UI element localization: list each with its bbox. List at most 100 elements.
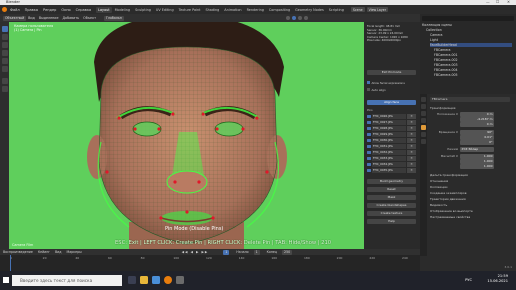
pin-row[interactable]: FHC_0035.JPG ✕ (367, 168, 416, 173)
help-button[interactable]: Help (367, 219, 416, 224)
close-button[interactable]: ✕ (507, 0, 510, 4)
outliner-item[interactable]: Light (430, 38, 438, 42)
transform-orientation-selector[interactable]: Глобальн (104, 15, 124, 21)
outliner-item[interactable]: FBCamera.003 (434, 63, 458, 67)
windows-start-icon[interactable] (3, 277, 9, 283)
location-z-field[interactable]: 0 m (460, 122, 494, 127)
build-geometry-button[interactable]: Build geometry (367, 179, 416, 184)
move-tool-icon[interactable] (1, 42, 8, 48)
start-frame-field[interactable]: 1 (253, 249, 260, 255)
pin-delete-icon[interactable]: ✕ (407, 144, 416, 149)
tool-tab-icon[interactable] (421, 97, 426, 102)
outliner-item[interactable]: FBCamera.004 (434, 68, 458, 72)
minimize-button[interactable]: — (486, 0, 490, 4)
motion-paths-section[interactable]: Траектории движения (430, 197, 466, 202)
menu-add[interactable]: Добавить (62, 16, 79, 20)
pin-checkbox[interactable] (367, 138, 371, 142)
auto-align-checkbox[interactable]: Auto align (367, 88, 386, 92)
rotation-mode-select[interactable]: XYZ Эйлер (460, 147, 494, 152)
pin-checkbox[interactable] (367, 162, 371, 166)
location-x-field[interactable]: 0 m (460, 112, 494, 117)
taskbar-search-input[interactable]: Введите здесь текст для поиска (12, 275, 122, 286)
pin-image-name[interactable]: FHC_0035.JPG (372, 168, 406, 173)
outliner-item[interactable]: FBCamera (434, 48, 450, 52)
constraints-tab-icon[interactable] (421, 132, 426, 137)
object-tab-icon[interactable] (421, 125, 426, 130)
app-icon[interactable] (176, 276, 184, 284)
rotation-z-field[interactable]: 0° (460, 140, 494, 145)
delta-transform-section[interactable]: Дельта-трансформация (430, 173, 468, 178)
pin-checkbox[interactable] (367, 150, 371, 154)
custom-properties-section[interactable]: Настраиваемые свойства (430, 215, 470, 220)
outliner-item[interactable]: FBCamera.005 (434, 73, 458, 77)
current-frame-field[interactable]: 1 (223, 249, 230, 255)
scene-selector[interactable]: Scene (350, 7, 365, 12)
rotation-x-field[interactable]: 90° (460, 130, 494, 135)
scene-tab-icon[interactable] (421, 118, 426, 123)
relations-section[interactable]: Отношения (430, 179, 448, 184)
view-menu[interactable]: Вид (55, 250, 61, 254)
workspace-tab-uv-editing[interactable]: UV Editing (154, 7, 176, 13)
menu-render[interactable]: Рендер (43, 8, 56, 12)
outliner-item[interactable]: FBCamera.001 (434, 53, 458, 57)
markers-menu[interactable]: Маркеры (66, 250, 81, 254)
task-view-icon[interactable] (128, 276, 136, 284)
blender-logo-icon[interactable] (2, 7, 7, 12)
pin-delete-icon[interactable]: ✕ (407, 156, 416, 161)
playhead[interactable] (10, 255, 11, 271)
menu-edit[interactable]: Правка (25, 8, 38, 12)
scale-y-field[interactable]: 1.000 (460, 159, 494, 164)
maximize-button[interactable]: ☐ (496, 0, 499, 4)
pin-checkbox[interactable] (367, 168, 371, 172)
blender-taskbar-icon[interactable] (164, 276, 172, 284)
menu-object[interactable]: Объект (83, 16, 96, 20)
outliner-item[interactable]: Collection (426, 28, 442, 32)
transform-tool-icon[interactable] (1, 66, 8, 72)
render-tab-icon[interactable] (421, 104, 426, 109)
pin-delete-icon[interactable]: ✕ (407, 168, 416, 173)
pin-row[interactable]: FHC_0033.JPG ✕ (367, 156, 416, 161)
pin-row[interactable]: FHC_0027.JPG ✕ (367, 120, 416, 125)
workspace-tab-scripting[interactable]: Scripting (327, 7, 346, 13)
outliner-search-input[interactable] (422, 16, 514, 21)
reset-button[interactable]: Reset (367, 187, 416, 192)
end-frame-field[interactable]: 250 (282, 249, 293, 255)
browser-icon[interactable] (152, 276, 160, 284)
pin-row[interactable]: FHC_0034.JPG ✕ (367, 162, 416, 167)
measure-tool-icon[interactable] (1, 86, 8, 92)
pin-checkbox[interactable] (367, 120, 371, 124)
3d-viewport[interactable] (9, 22, 364, 249)
pin-image-name[interactable]: FHC_0034.JPG (372, 162, 406, 167)
pin-delete-icon[interactable]: ✕ (407, 138, 416, 143)
view-layer-selector[interactable]: View Layer (366, 7, 389, 12)
pin-image-name[interactable]: FHC_0029.JPG (372, 132, 406, 137)
playback-controls[interactable]: ◀◀ ◀ ▶ ▶▶ (182, 250, 209, 254)
align-face-button[interactable]: Align face (367, 100, 416, 105)
playback-menu[interactable]: Воспроизведение (3, 250, 33, 254)
location-y-field[interactable]: -4.2187 m (460, 117, 494, 122)
output-tab-icon[interactable] (421, 111, 426, 116)
facial-expressions-checkbox[interactable]: Allow facial expressions (367, 81, 405, 85)
file-explorer-icon[interactable] (140, 276, 148, 284)
taskbar-clock[interactable]: 21:59 15.06.2021 (487, 274, 508, 284)
timeline-ruler[interactable]: 020406080100120140160180200220240 (0, 256, 420, 262)
pin-delete-icon[interactable]: ✕ (407, 150, 416, 155)
exit-pinmode-button[interactable]: Exit Pinmode (367, 70, 416, 75)
keying-menu[interactable]: Кейинг (38, 250, 50, 254)
language-indicator[interactable]: РУС (465, 278, 472, 282)
workspace-tab-geometry-nodes[interactable]: Geometry Nodes (293, 7, 326, 13)
pin-delete-icon[interactable]: ✕ (407, 114, 416, 119)
data-tab-icon[interactable] (421, 139, 426, 144)
outliner-item[interactable]: FBCamera.002 (434, 58, 458, 62)
menu-select[interactable]: Выделение (39, 16, 59, 20)
workspace-tab-rendering[interactable]: Rendering (245, 7, 266, 13)
pin-image-name[interactable]: FHC_0033.JPG (372, 156, 406, 161)
outliner-item[interactable]: Camera (430, 33, 443, 37)
pin-checkbox[interactable] (367, 144, 371, 148)
select-tool-icon[interactable] (1, 26, 8, 32)
pin-checkbox[interactable] (367, 126, 371, 130)
pin-delete-icon[interactable]: ✕ (407, 126, 416, 131)
pin-row[interactable]: FHC_0026.JPG ✕ (367, 114, 416, 119)
cursor-tool-icon[interactable] (1, 34, 8, 40)
pin-row[interactable]: FHC_0028.JPG ✕ (367, 126, 416, 131)
